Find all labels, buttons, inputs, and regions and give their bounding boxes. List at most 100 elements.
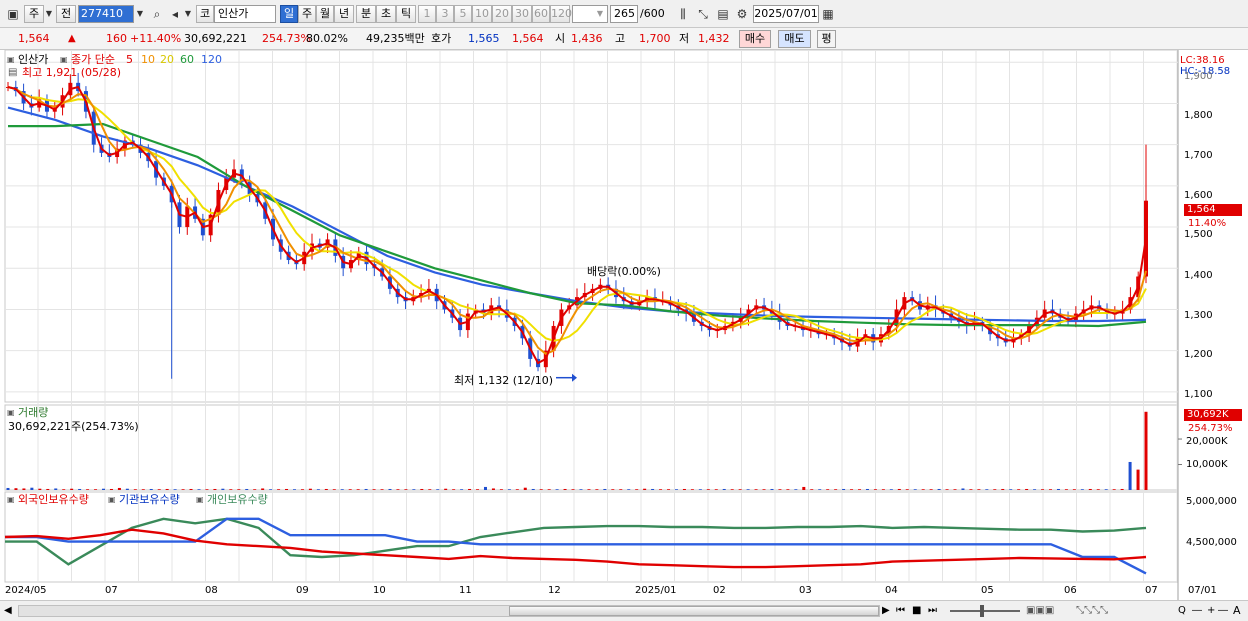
collapse-icon[interactable]: ― bbox=[1218, 604, 1228, 617]
period-month-button[interactable]: 월 bbox=[316, 5, 334, 23]
interval-button[interactable]: 3 bbox=[436, 5, 454, 23]
zoom-slider-thumb[interactable] bbox=[980, 605, 984, 617]
chart-area[interactable]: ▣ 인산가 ▣ 종가 단순 5 10 20 60 120 ▤ 최고 1,921 … bbox=[0, 50, 1248, 600]
volume-bar bbox=[929, 489, 933, 490]
period-week-button[interactable]: 주 bbox=[298, 5, 316, 23]
chart-canvas[interactable] bbox=[0, 50, 1248, 600]
scroll-thumb[interactable] bbox=[509, 606, 879, 616]
period-year-button[interactable]: 년 bbox=[334, 5, 354, 23]
legend-foreign-holding[interactable]: 외국인보유수량 bbox=[18, 493, 89, 506]
volume-bar bbox=[452, 489, 456, 490]
stock-name-field[interactable]: 인산가 bbox=[214, 5, 276, 23]
interval-button[interactable]: 5 bbox=[454, 5, 472, 23]
scroll-track[interactable] bbox=[18, 605, 880, 617]
save-icon[interactable]: ▤ bbox=[714, 5, 732, 23]
chevron-down-icon[interactable]: ▼ bbox=[134, 5, 146, 23]
holding-tick: 4,500,000 bbox=[1186, 537, 1237, 548]
legend-ma-label[interactable]: 종가 단순 bbox=[71, 53, 115, 66]
period-minute-button[interactable]: 분 bbox=[356, 5, 376, 23]
window-layout-icon[interactable]: ▣ bbox=[4, 5, 22, 23]
legend-stock-name[interactable]: 인산가 bbox=[18, 53, 48, 66]
date-input[interactable]: 2025/07/01 bbox=[753, 5, 819, 23]
period-second-button[interactable]: 초 bbox=[376, 5, 396, 23]
volume-bar bbox=[412, 489, 416, 490]
volume-bar bbox=[46, 488, 50, 490]
market-type-select[interactable]: 주 bbox=[24, 5, 44, 23]
last-page-icon[interactable]: ⏭ bbox=[928, 604, 937, 617]
volume-bar bbox=[1072, 489, 1076, 490]
interval-button[interactable]: 120 bbox=[550, 5, 572, 23]
high-price: 1,700 bbox=[639, 32, 671, 45]
open-label: 시 bbox=[555, 32, 566, 45]
eval-button[interactable]: 평 bbox=[817, 30, 836, 48]
calendar-icon[interactable]: ▦ bbox=[819, 5, 837, 23]
interval-button[interactable]: 30 bbox=[512, 5, 532, 23]
legend-ma10: 10 bbox=[141, 53, 155, 66]
buy-button[interactable]: 매수 bbox=[739, 30, 771, 48]
plus-icon[interactable]: + bbox=[1207, 604, 1215, 617]
volume-bar bbox=[1001, 488, 1005, 490]
scroll-left-icon[interactable]: ◀ bbox=[4, 604, 12, 617]
code-type-label[interactable]: 코 bbox=[196, 5, 214, 23]
interval-button[interactable]: 20 bbox=[492, 5, 512, 23]
volume-bar bbox=[229, 489, 233, 490]
chevron-down-icon[interactable]: ▼ bbox=[182, 5, 194, 23]
search-icon[interactable]: ⌕ bbox=[148, 5, 166, 23]
volume-bar bbox=[706, 489, 710, 490]
chevron-down-icon[interactable]: ▼ bbox=[44, 5, 54, 23]
legend-individual-holding[interactable]: 개인보유수량 bbox=[207, 493, 268, 506]
volume-bar bbox=[746, 489, 750, 490]
volume-bar bbox=[659, 489, 663, 490]
volume-bar bbox=[945, 489, 949, 490]
count-input[interactable]: 265 bbox=[610, 5, 638, 23]
volume-bar bbox=[380, 489, 384, 490]
interval-button[interactable]: 60 bbox=[532, 5, 550, 23]
volume-bar bbox=[754, 489, 758, 490]
ask-price: 1,565 bbox=[468, 32, 500, 45]
volume-panel-title[interactable]: 거래량 bbox=[18, 406, 48, 419]
volume-bar bbox=[78, 488, 82, 490]
stop-icon[interactable]: ■ bbox=[912, 604, 921, 617]
volume-bar bbox=[1120, 488, 1124, 490]
legend-institution-holding[interactable]: 기관보유수량 bbox=[119, 493, 180, 506]
x-tick: 05 bbox=[981, 585, 994, 596]
minus-icon[interactable]: ― bbox=[1192, 604, 1202, 617]
zoom-slider[interactable] bbox=[950, 605, 1020, 617]
layout-icon[interactable]: ▣▣▣ bbox=[1026, 604, 1054, 617]
chart-scrollbar[interactable]: ◀ ▶ ⏮ ■ ⏭ ▣▣▣ ⤡⤡⤡⤡ Q ― + ― A bbox=[0, 600, 1248, 621]
volume-bar bbox=[627, 489, 631, 490]
tools-icon[interactable]: ⤡⤡⤡⤡ bbox=[1076, 604, 1108, 617]
price-tick: 1,100 bbox=[1184, 389, 1213, 400]
volume-panel-frame bbox=[4, 404, 1179, 491]
volume-tick: 10,000K bbox=[1186, 459, 1228, 470]
scroll-right-icon[interactable]: ▶ bbox=[882, 604, 890, 617]
zoom-out-icon[interactable]: Q bbox=[1178, 604, 1186, 617]
first-page-icon[interactable]: ⏮ bbox=[896, 604, 905, 617]
chevron-down-icon[interactable]: ▼ bbox=[594, 5, 606, 23]
interval-button[interactable]: 1 bbox=[418, 5, 436, 23]
volume-bar bbox=[889, 489, 893, 490]
interval-button[interactable]: 10 bbox=[472, 5, 492, 23]
prev-button[interactable]: 전 bbox=[56, 5, 76, 23]
candle-type-icon[interactable]: ⫼ bbox=[674, 5, 692, 23]
volume-bar bbox=[197, 489, 201, 490]
volume-bar bbox=[94, 489, 98, 490]
volume-bar bbox=[1144, 411, 1148, 490]
gear-icon[interactable]: ⚙ bbox=[733, 5, 751, 23]
list-icon[interactable]: ▤ bbox=[8, 66, 17, 79]
volume-bar bbox=[651, 488, 655, 490]
font-size-icon[interactable]: A bbox=[1233, 604, 1241, 617]
period-tick-button[interactable]: 틱 bbox=[396, 5, 416, 23]
volume-pct: 254.73% bbox=[1188, 423, 1233, 434]
period-day-button[interactable]: 일 bbox=[280, 5, 298, 23]
drawing-tool-icon[interactable]: ⤡ bbox=[694, 5, 712, 23]
volume-tick: 20,000K bbox=[1186, 436, 1228, 447]
sell-button[interactable]: 매도 bbox=[778, 30, 811, 48]
x-tick: 07 bbox=[1145, 585, 1158, 596]
x-tick: 09 bbox=[296, 585, 309, 596]
volume-bar bbox=[6, 487, 10, 490]
code-input[interactable]: 277410 bbox=[78, 5, 134, 23]
volume-bar bbox=[682, 488, 686, 490]
foreign-holding-line bbox=[4, 528, 1147, 569]
volume-bar bbox=[14, 488, 18, 490]
